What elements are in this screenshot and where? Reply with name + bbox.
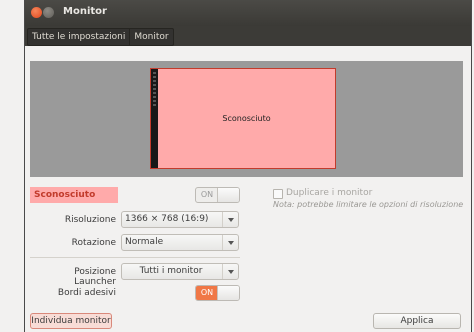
monitor-power-switch[interactable]: ON (195, 187, 240, 203)
sticky-edges-label: Bordi adesivi (57, 288, 116, 298)
display-arrangement-area: Sconosciuto (30, 61, 463, 177)
chevron-down-icon (222, 264, 238, 279)
apply-button[interactable]: Applica (373, 313, 461, 329)
close-icon[interactable] (31, 7, 42, 18)
monitor-window: Monitor Tutte le impostazioni Monitor Sc… (24, 0, 472, 332)
breadcrumb: Tutte le impostazioni Monitor (27, 28, 174, 46)
sticky-edges-switch[interactable]: ON (195, 285, 240, 301)
divider (30, 257, 240, 258)
launcher-position-value: Tutti i monitor (139, 266, 203, 276)
window-title: Monitor (63, 6, 107, 17)
rotation-label: Rotazione (71, 238, 116, 248)
monitor-switch-label: ON (200, 190, 214, 199)
breadcrumb-monitor[interactable]: Monitor (129, 29, 172, 45)
toolbar: Tutte le impostazioni Monitor (25, 26, 471, 46)
resolution-label: Risoluzione (64, 215, 116, 225)
chevron-down-icon (222, 212, 238, 227)
resolution-value: 1366 × 768 (16:9) (125, 214, 209, 224)
launcher-position-label: Posizione Launcher (74, 267, 116, 287)
mirror-displays-label: Duplicare i monitor (286, 188, 373, 198)
title-bar: Monitor (25, 0, 471, 26)
rotation-value: Normale (125, 237, 164, 247)
breadcrumb-all-settings[interactable]: Tutte le impostazioni (28, 29, 129, 45)
switch-knob (217, 188, 239, 202)
monitor-preview-label: Sconosciuto (222, 114, 271, 123)
minimize-icon[interactable] (43, 7, 54, 18)
mirror-note: Nota: potrebbe limitare le opzioni di ri… (273, 200, 464, 209)
detect-monitors-button[interactable]: Individua monitor (30, 313, 112, 329)
launcher-position-select[interactable]: Tutti i monitor (121, 263, 239, 280)
switch-knob (217, 286, 239, 300)
rotation-select[interactable]: Normale (121, 234, 239, 251)
sticky-edges-switch-label: ON (196, 286, 218, 300)
monitor-name: Sconosciuto (34, 190, 96, 200)
mirror-displays-checkbox[interactable] (273, 189, 283, 199)
launcher-strip (151, 69, 158, 168)
chevron-down-icon (222, 235, 238, 250)
resolution-select[interactable]: 1366 × 768 (16:9) (121, 211, 239, 228)
monitor-name-badge: Sconosciuto (30, 187, 118, 203)
monitor-preview[interactable]: Sconosciuto (150, 68, 336, 169)
